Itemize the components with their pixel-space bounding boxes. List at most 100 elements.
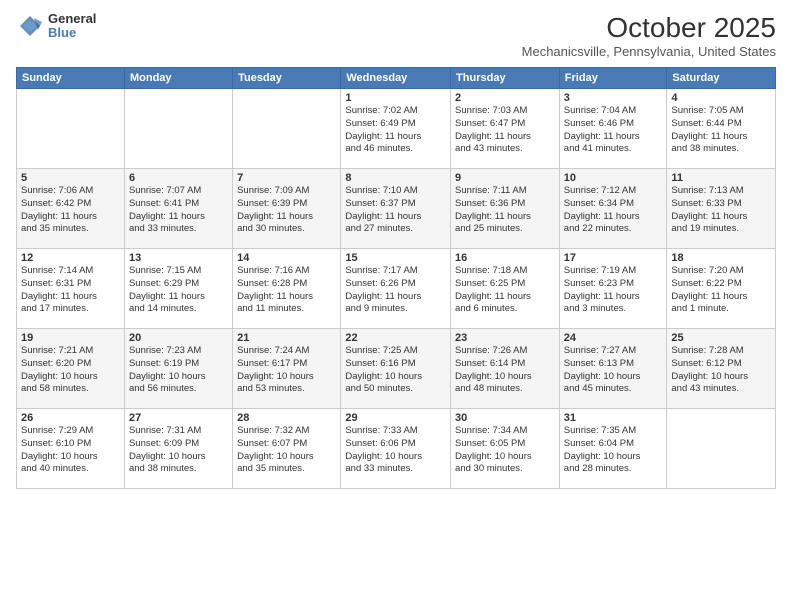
day-number: 17 — [564, 252, 663, 264]
logo: General Blue — [16, 12, 96, 41]
day-number: 25 — [671, 332, 771, 344]
calendar-header: Sunday Monday Tuesday Wednesday Thursday… — [17, 68, 776, 89]
col-thursday: Thursday — [451, 68, 560, 89]
calendar-cell: 4Sunrise: 7:05 AM Sunset: 6:44 PM Daylig… — [667, 89, 776, 169]
calendar-cell: 15Sunrise: 7:17 AM Sunset: 6:26 PM Dayli… — [341, 249, 451, 329]
day-number: 8 — [345, 172, 446, 184]
day-info: Sunrise: 7:31 AM Sunset: 6:09 PM Dayligh… — [129, 425, 228, 476]
day-info: Sunrise: 7:28 AM Sunset: 6:12 PM Dayligh… — [671, 345, 771, 396]
logo-blue-text: Blue — [48, 26, 96, 40]
day-number: 11 — [671, 172, 771, 184]
col-tuesday: Tuesday — [233, 68, 341, 89]
day-number: 16 — [455, 252, 555, 264]
week-row-2: 5Sunrise: 7:06 AM Sunset: 6:42 PM Daylig… — [17, 169, 776, 249]
day-info: Sunrise: 7:18 AM Sunset: 6:25 PM Dayligh… — [455, 265, 555, 316]
header-row: Sunday Monday Tuesday Wednesday Thursday… — [17, 68, 776, 89]
day-number: 13 — [129, 252, 228, 264]
calendar-cell: 26Sunrise: 7:29 AM Sunset: 6:10 PM Dayli… — [17, 409, 125, 489]
week-row-1: 1Sunrise: 7:02 AM Sunset: 6:49 PM Daylig… — [17, 89, 776, 169]
day-number: 24 — [564, 332, 663, 344]
calendar-cell: 29Sunrise: 7:33 AM Sunset: 6:06 PM Dayli… — [341, 409, 451, 489]
calendar-cell: 9Sunrise: 7:11 AM Sunset: 6:36 PM Daylig… — [451, 169, 560, 249]
day-number: 15 — [345, 252, 446, 264]
day-number: 27 — [129, 412, 228, 424]
calendar-cell: 5Sunrise: 7:06 AM Sunset: 6:42 PM Daylig… — [17, 169, 125, 249]
day-info: Sunrise: 7:34 AM Sunset: 6:05 PM Dayligh… — [455, 425, 555, 476]
calendar-cell: 8Sunrise: 7:10 AM Sunset: 6:37 PM Daylig… — [341, 169, 451, 249]
day-info: Sunrise: 7:12 AM Sunset: 6:34 PM Dayligh… — [564, 185, 663, 236]
calendar-cell: 13Sunrise: 7:15 AM Sunset: 6:29 PM Dayli… — [124, 249, 232, 329]
day-number: 3 — [564, 92, 663, 104]
day-number: 22 — [345, 332, 446, 344]
calendar-cell: 3Sunrise: 7:04 AM Sunset: 6:46 PM Daylig… — [559, 89, 667, 169]
day-info: Sunrise: 7:05 AM Sunset: 6:44 PM Dayligh… — [671, 105, 771, 156]
day-number: 18 — [671, 252, 771, 264]
day-info: Sunrise: 7:27 AM Sunset: 6:13 PM Dayligh… — [564, 345, 663, 396]
day-number: 21 — [237, 332, 336, 344]
calendar-cell: 28Sunrise: 7:32 AM Sunset: 6:07 PM Dayli… — [233, 409, 341, 489]
day-info: Sunrise: 7:11 AM Sunset: 6:36 PM Dayligh… — [455, 185, 555, 236]
day-number: 5 — [21, 172, 120, 184]
calendar-cell — [667, 409, 776, 489]
month-title: October 2025 — [522, 12, 776, 44]
day-number: 6 — [129, 172, 228, 184]
day-number: 29 — [345, 412, 446, 424]
calendar-cell: 19Sunrise: 7:21 AM Sunset: 6:20 PM Dayli… — [17, 329, 125, 409]
day-info: Sunrise: 7:23 AM Sunset: 6:19 PM Dayligh… — [129, 345, 228, 396]
day-number: 10 — [564, 172, 663, 184]
logo-text: General Blue — [48, 12, 96, 41]
calendar-cell: 16Sunrise: 7:18 AM Sunset: 6:25 PM Dayli… — [451, 249, 560, 329]
calendar-cell: 11Sunrise: 7:13 AM Sunset: 6:33 PM Dayli… — [667, 169, 776, 249]
day-info: Sunrise: 7:07 AM Sunset: 6:41 PM Dayligh… — [129, 185, 228, 236]
day-number: 30 — [455, 412, 555, 424]
calendar-cell: 27Sunrise: 7:31 AM Sunset: 6:09 PM Dayli… — [124, 409, 232, 489]
col-monday: Monday — [124, 68, 232, 89]
calendar-cell: 18Sunrise: 7:20 AM Sunset: 6:22 PM Dayli… — [667, 249, 776, 329]
day-number: 28 — [237, 412, 336, 424]
calendar-cell — [17, 89, 125, 169]
day-info: Sunrise: 7:35 AM Sunset: 6:04 PM Dayligh… — [564, 425, 663, 476]
calendar-cell — [233, 89, 341, 169]
day-number: 19 — [21, 332, 120, 344]
calendar-cell: 1Sunrise: 7:02 AM Sunset: 6:49 PM Daylig… — [341, 89, 451, 169]
day-number: 20 — [129, 332, 228, 344]
day-info: Sunrise: 7:24 AM Sunset: 6:17 PM Dayligh… — [237, 345, 336, 396]
calendar-cell: 23Sunrise: 7:26 AM Sunset: 6:14 PM Dayli… — [451, 329, 560, 409]
calendar-cell: 14Sunrise: 7:16 AM Sunset: 6:28 PM Dayli… — [233, 249, 341, 329]
day-number: 14 — [237, 252, 336, 264]
calendar-cell: 17Sunrise: 7:19 AM Sunset: 6:23 PM Dayli… — [559, 249, 667, 329]
page: General Blue October 2025 Mechanicsville… — [0, 0, 792, 612]
day-number: 31 — [564, 412, 663, 424]
col-friday: Friday — [559, 68, 667, 89]
day-number: 12 — [21, 252, 120, 264]
logo-icon — [16, 12, 44, 40]
day-number: 9 — [455, 172, 555, 184]
calendar-cell: 20Sunrise: 7:23 AM Sunset: 6:19 PM Dayli… — [124, 329, 232, 409]
day-info: Sunrise: 7:14 AM Sunset: 6:31 PM Dayligh… — [21, 265, 120, 316]
day-info: Sunrise: 7:17 AM Sunset: 6:26 PM Dayligh… — [345, 265, 446, 316]
day-info: Sunrise: 7:15 AM Sunset: 6:29 PM Dayligh… — [129, 265, 228, 316]
calendar-cell: 21Sunrise: 7:24 AM Sunset: 6:17 PM Dayli… — [233, 329, 341, 409]
day-info: Sunrise: 7:26 AM Sunset: 6:14 PM Dayligh… — [455, 345, 555, 396]
day-info: Sunrise: 7:13 AM Sunset: 6:33 PM Dayligh… — [671, 185, 771, 236]
calendar-cell: 31Sunrise: 7:35 AM Sunset: 6:04 PM Dayli… — [559, 409, 667, 489]
week-row-5: 26Sunrise: 7:29 AM Sunset: 6:10 PM Dayli… — [17, 409, 776, 489]
day-info: Sunrise: 7:21 AM Sunset: 6:20 PM Dayligh… — [21, 345, 120, 396]
day-info: Sunrise: 7:16 AM Sunset: 6:28 PM Dayligh… — [237, 265, 336, 316]
calendar-cell — [124, 89, 232, 169]
calendar-cell: 7Sunrise: 7:09 AM Sunset: 6:39 PM Daylig… — [233, 169, 341, 249]
day-number: 23 — [455, 332, 555, 344]
day-info: Sunrise: 7:03 AM Sunset: 6:47 PM Dayligh… — [455, 105, 555, 156]
day-number: 2 — [455, 92, 555, 104]
calendar-cell: 30Sunrise: 7:34 AM Sunset: 6:05 PM Dayli… — [451, 409, 560, 489]
day-info: Sunrise: 7:20 AM Sunset: 6:22 PM Dayligh… — [671, 265, 771, 316]
calendar-body: 1Sunrise: 7:02 AM Sunset: 6:49 PM Daylig… — [17, 89, 776, 489]
calendar-table: Sunday Monday Tuesday Wednesday Thursday… — [16, 67, 776, 489]
day-number: 7 — [237, 172, 336, 184]
day-info: Sunrise: 7:09 AM Sunset: 6:39 PM Dayligh… — [237, 185, 336, 236]
day-info: Sunrise: 7:33 AM Sunset: 6:06 PM Dayligh… — [345, 425, 446, 476]
col-sunday: Sunday — [17, 68, 125, 89]
col-wednesday: Wednesday — [341, 68, 451, 89]
day-info: Sunrise: 7:06 AM Sunset: 6:42 PM Dayligh… — [21, 185, 120, 236]
calendar-cell: 22Sunrise: 7:25 AM Sunset: 6:16 PM Dayli… — [341, 329, 451, 409]
